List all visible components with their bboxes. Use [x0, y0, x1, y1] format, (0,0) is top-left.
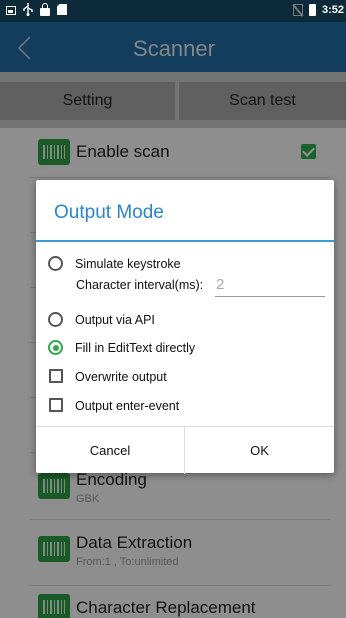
battery-icon [308, 4, 316, 16]
usb-icon [23, 3, 33, 16]
option-fill-in-edittext[interactable]: Fill in EditText directly [48, 336, 318, 360]
status-bar: 3:52 [0, 0, 346, 22]
sd-card-icon [57, 4, 67, 15]
image-notification-icon [6, 6, 16, 15]
radio-button-selected[interactable] [48, 340, 63, 355]
checkbox[interactable] [49, 398, 63, 412]
radio-button[interactable] [48, 312, 63, 327]
option-label: Overwrite output [75, 370, 167, 384]
output-mode-dialog: Output Mode Simulate keystroke Character… [36, 180, 334, 474]
option-overwrite-output[interactable]: Overwrite output [48, 365, 318, 389]
ok-button[interactable]: OK [185, 427, 334, 474]
option-label: Simulate keystroke [75, 257, 181, 271]
dialog-title-divider [36, 240, 334, 242]
status-icons-right: 3:52 [292, 4, 344, 16]
option-label: Fill in EditText directly [75, 341, 196, 355]
clock: 3:52 [321, 4, 344, 16]
cancel-button[interactable]: Cancel [36, 427, 185, 474]
option-label: Output enter-event [75, 399, 180, 413]
character-interval-input[interactable] [215, 273, 325, 297]
option-output-enter-event[interactable]: Output enter-event [48, 394, 318, 418]
checkbox[interactable] [49, 369, 63, 383]
lock-icon [40, 2, 50, 16]
option-label: Output via API [75, 313, 155, 327]
no-sim-icon [292, 4, 303, 16]
status-icons-left [6, 2, 67, 16]
dialog-title: Output Mode [54, 202, 164, 223]
dialog-button-row: Cancel OK [36, 426, 334, 474]
character-interval-label: Character interval(ms): [76, 278, 204, 292]
option-output-via-api[interactable]: Output via API [48, 308, 318, 332]
radio-button[interactable] [48, 256, 63, 271]
